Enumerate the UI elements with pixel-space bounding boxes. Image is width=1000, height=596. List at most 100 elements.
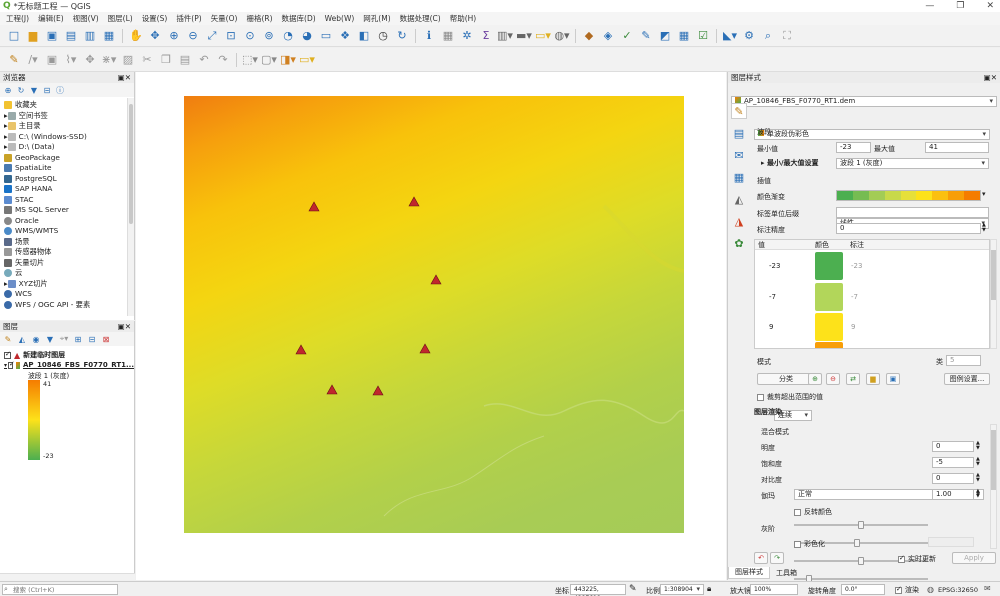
menu-project[interactable]: 工程(J) <box>6 13 29 24</box>
map-tips-icon[interactable]: ◍▾ <box>554 28 570 44</box>
menu-view[interactable]: 视图(V) <box>73 13 99 24</box>
grid-tool-icon[interactable]: ▦ <box>676 28 692 44</box>
brightness-input[interactable]: 0 <box>932 441 974 452</box>
undo-style-icon[interactable]: ↶ <box>754 552 768 564</box>
contrast-spinner[interactable]: ▲ ▼ <box>976 473 980 483</box>
metadata-icon[interactable]: ✿ <box>731 235 747 251</box>
save-edits-icon[interactable]: ▣ <box>44 52 60 68</box>
menu-edit[interactable]: 编辑(E) <box>38 13 64 24</box>
rendering-icon[interactable]: ▦ <box>731 169 747 185</box>
cut-icon[interactable]: ✂ <box>139 52 155 68</box>
legend-settings-button[interactable]: 图例设置... <box>944 373 990 385</box>
digitize-line-icon[interactable]: ∕▾ <box>25 52 41 68</box>
saturation-input[interactable]: -5 <box>932 457 974 468</box>
filter-icon[interactable]: ◨▾ <box>280 52 296 68</box>
panel-close-icon[interactable]: ▣✕ <box>118 322 131 331</box>
plugin-icon[interactable]: ◣▾ <box>722 28 738 44</box>
ramp-dropdown-icon[interactable]: ▾ <box>982 190 990 201</box>
table-row[interactable]: -7 -7 <box>755 282 989 312</box>
new-map-view-icon[interactable]: ▭ <box>318 28 334 44</box>
layer-filter-icon[interactable]: ▼ <box>45 334 55 344</box>
temporal-icon[interactable]: ◷ <box>375 28 391 44</box>
render-scrollbar[interactable] <box>990 424 997 549</box>
print-layout-icon[interactable]: ▥ <box>82 28 98 44</box>
color-swatch[interactable] <box>815 313 843 341</box>
collapse-all-icon[interactable]: ⊟ <box>87 334 97 344</box>
brightness-spinner[interactable]: ▲ ▼ <box>976 441 980 451</box>
elevation-icon[interactable]: ◮ <box>731 213 747 229</box>
digitize-icon[interactable]: ✎ <box>638 28 654 44</box>
histogram-icon[interactable]: ✉ <box>731 147 747 163</box>
menu-plugins[interactable]: 插件(P) <box>176 13 201 24</box>
table-scrollbar[interactable] <box>990 239 997 349</box>
browser-item-scene[interactable]: 场景 <box>4 237 134 248</box>
remove-layer-icon[interactable]: ⊠ <box>101 334 111 344</box>
apply-button[interactable]: Apply <box>952 552 996 564</box>
browser-refresh-icon[interactable]: ↻ <box>16 85 26 95</box>
colorize-color-button[interactable] <box>928 537 974 547</box>
contrast-input[interactable]: 0 <box>932 473 974 484</box>
browser-item-sensor[interactable]: 传感器物体 <box>4 247 134 258</box>
browser-item-postgresql[interactable]: PostgreSQL <box>4 174 134 185</box>
add-value-icon[interactable]: ⊕ <box>808 373 822 385</box>
redo-icon[interactable]: ↷ <box>215 52 231 68</box>
color-swatch[interactable] <box>815 342 843 348</box>
precision-input[interactable]: 0 <box>836 223 981 234</box>
browser-item-favorites[interactable]: 收藏夹 <box>4 100 134 111</box>
search-icon[interactable]: ⌕ <box>760 28 776 44</box>
zoom-next-icon[interactable]: ◕ <box>299 28 315 44</box>
menu-raster[interactable]: 栅格(R) <box>246 13 272 24</box>
new-project-icon[interactable]: □ <box>6 28 22 44</box>
symbology-brush-icon[interactable]: ✎ <box>731 103 747 119</box>
show-bookmarks-icon[interactable]: ◧ <box>356 28 372 44</box>
browser-item-c-drive[interactable]: ▸ C:\ (Windows-SSD) <box>4 132 134 143</box>
browser-item-spatialite[interactable]: SpatiaLite <box>4 163 134 174</box>
redo-style-icon[interactable]: ↷ <box>770 552 784 564</box>
statistics-sum-icon[interactable]: Σ <box>478 28 494 44</box>
minimize-button[interactable]: — <box>925 0 934 12</box>
remove-value-icon[interactable]: ⊖ <box>826 373 840 385</box>
min-input[interactable]: -23 <box>836 142 871 153</box>
pyramids-icon[interactable]: ◭ <box>731 191 747 207</box>
transparency-icon[interactable]: ▤ <box>731 125 747 141</box>
options-gear-icon[interactable]: ⚙ <box>741 28 757 44</box>
maximize-button[interactable]: ❐ <box>956 0 964 12</box>
select-icon[interactable]: ⬚▾ <box>242 52 258 68</box>
refresh-icon[interactable]: ↻ <box>394 28 410 44</box>
identify-icon[interactable]: ℹ <box>421 28 437 44</box>
live-update-checkbox[interactable]: ✓ 实时更新 <box>898 554 936 564</box>
reverse-icon[interactable]: ⇄ <box>846 373 860 385</box>
menu-help[interactable]: 帮助(H) <box>450 13 477 24</box>
field-calc-icon[interactable]: ▥▾ <box>497 28 513 44</box>
locator-search-input[interactable] <box>2 584 118 595</box>
expand-icon[interactable]: ⊞ <box>73 334 83 344</box>
browser-filter-icon[interactable]: ▼ <box>29 85 39 95</box>
renderer-select[interactable]: 单波段伪彩色 <box>754 129 990 140</box>
menu-processing[interactable]: 数据处理(C) <box>400 13 441 24</box>
color-swatch[interactable] <box>815 252 843 280</box>
clip-checkbox[interactable]: 裁剪超出范围的值 <box>757 392 823 402</box>
vertex-icon[interactable]: ⋇▾ <box>101 52 117 68</box>
filter-legend-icon[interactable]: ⌖▾ <box>59 334 69 344</box>
save-as-icon[interactable]: ▤ <box>63 28 79 44</box>
browser-item-d-drive[interactable]: ▸ D:\ (Data) <box>4 142 134 153</box>
crs-button[interactable]: EPSG:32650 <box>938 586 978 594</box>
georeference-icon[interactable]: ◩ <box>657 28 673 44</box>
add-source-icon[interactable]: ⊕ <box>3 85 13 95</box>
measure-icon[interactable]: ▬▾ <box>516 28 532 44</box>
scale-select[interactable]: 1:308904 <box>660 584 704 595</box>
layer-item-dem[interactable]: ▾ ✓ AP_10846_FBS_F0770_RT1... <box>4 360 134 370</box>
coord-toggle-icon[interactable]: ✎ <box>629 584 637 594</box>
menu-settings[interactable]: 设置(S) <box>142 13 168 24</box>
suffix-input[interactable] <box>836 207 989 218</box>
zoom-layer-icon[interactable]: ⊙ <box>242 28 258 44</box>
menu-vector[interactable]: 矢量(O) <box>211 13 238 24</box>
pan-to-selection-icon[interactable]: ✥ <box>147 28 163 44</box>
menu-web[interactable]: Web(W) <box>325 14 355 23</box>
open-project-icon[interactable]: ▆ <box>25 28 41 44</box>
save-project-icon[interactable]: ▣ <box>44 28 60 44</box>
max-input[interactable]: 41 <box>925 142 989 153</box>
magnifier-input[interactable]: 100% <box>750 584 798 595</box>
crs-globe-icon[interactable]: ◍ <box>927 585 934 594</box>
layer-select[interactable]: AP_10846_FBS_F0770_RT1.dem <box>731 96 997 107</box>
